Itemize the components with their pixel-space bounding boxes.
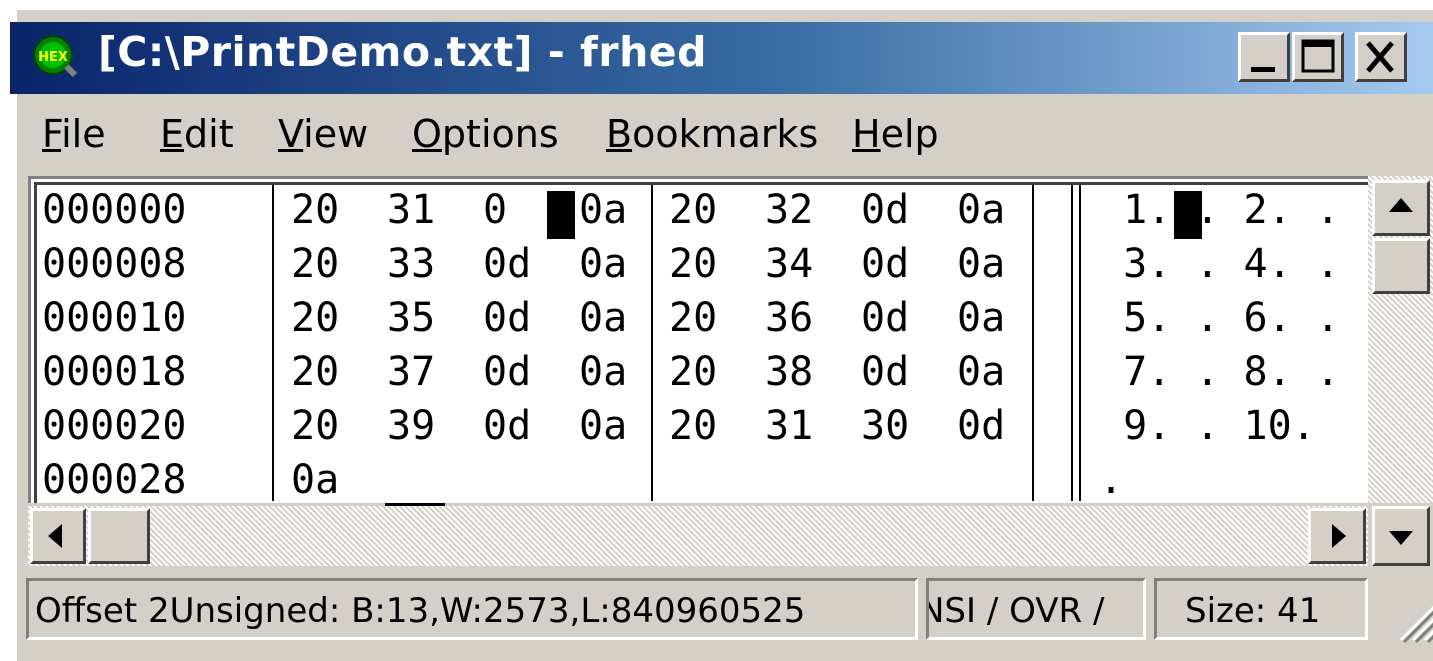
hex-byte[interactable]: 0a [957, 349, 1005, 395]
hex-byte[interactable]: 30 [861, 403, 909, 449]
hex-byte[interactable]: 34 [765, 241, 813, 287]
divider-offset [272, 185, 274, 501]
arrow-up-icon [1389, 198, 1413, 212]
scroll-left-button[interactable] [30, 508, 86, 564]
ascii-text[interactable]: 7. . 8. . [1099, 349, 1340, 395]
hex-byte[interactable]: 0d [957, 403, 1005, 449]
hex-byte[interactable]: 20 [291, 349, 339, 395]
maximize-icon [1301, 39, 1335, 73]
window-title: [C:\PrintDemo.txt] - frhed [98, 28, 707, 76]
hex-byte[interactable]: 0d [483, 187, 531, 233]
hex-byte[interactable]: 0a [579, 349, 627, 395]
row-offset: 000000 [42, 187, 187, 233]
row-offset: 000010 [42, 295, 187, 341]
menu-edit[interactable]: Edit [160, 112, 234, 156]
menu-bar: File Edit View Options Bookmarks Help [10, 96, 1433, 176]
title-bar[interactable]: HEX [C:\PrintDemo.txt] - frhed [10, 22, 1433, 94]
minimize-button[interactable] [1238, 32, 1290, 82]
hex-byte[interactable]: 0d [861, 187, 909, 233]
hex-byte[interactable]: 0d [861, 295, 909, 341]
minimize-icon [1251, 67, 1275, 72]
hex-byte[interactable]: 0a [957, 241, 1005, 287]
hex-byte[interactable]: 20 [669, 241, 717, 287]
menu-file[interactable]: File [42, 112, 106, 156]
hex-byte[interactable]: 20 [669, 349, 717, 395]
ascii-text[interactable]: . [1099, 457, 1123, 503]
hex-byte[interactable]: 35 [387, 295, 435, 341]
status-offset-info: Offset 2Unsigned: B:13,W:2573,L:84096052… [26, 578, 918, 640]
hex-byte[interactable]: 0d [483, 295, 531, 341]
resize-grip-icon[interactable] [1395, 600, 1433, 644]
hex-byte[interactable]: 0a [579, 187, 627, 233]
horizontal-scroll-thumb[interactable] [88, 508, 150, 564]
hex-byte[interactable]: 0a [579, 403, 627, 449]
hex-byte[interactable]: 20 [669, 403, 717, 449]
hex-byte[interactable]: 38 [765, 349, 813, 395]
hex-byte[interactable]: 20 [291, 295, 339, 341]
ascii-text[interactable]: 3. . 4. . [1099, 241, 1340, 287]
row-offset: 000020 [42, 403, 187, 449]
close-icon [1366, 41, 1394, 73]
hex-byte[interactable]: 33 [387, 241, 435, 287]
hex-byte[interactable]: 0d [861, 241, 909, 287]
hex-byte[interactable]: 32 [765, 187, 813, 233]
divider-ascii-1 [1071, 185, 1073, 501]
scroll-up-button[interactable] [1372, 180, 1430, 236]
hex-byte[interactable]: 20 [291, 187, 339, 233]
ascii-text[interactable]: 1. . 2. . [1099, 187, 1340, 233]
arrow-down-icon [1389, 531, 1413, 545]
row-offset: 000028 [42, 457, 187, 503]
ascii-text[interactable]: 5. . 6. . [1099, 295, 1340, 341]
hex-byte[interactable]: 20 [291, 241, 339, 287]
hex-byte[interactable]: 39 [387, 403, 435, 449]
divider-ascii-2 [1079, 185, 1081, 501]
close-button[interactable] [1355, 32, 1407, 82]
hex-byte[interactable]: 20 [669, 187, 717, 233]
hex-byte[interactable]: 20 [669, 295, 717, 341]
scroll-down-button[interactable] [1372, 506, 1430, 566]
hex-byte[interactable]: 0a [957, 187, 1005, 233]
hex-cursor [547, 191, 575, 239]
hex-byte[interactable]: 0a [291, 457, 339, 503]
hex-byte[interactable]: 31 [387, 187, 435, 233]
hex-byte[interactable]: 31 [765, 403, 813, 449]
menu-bookmarks[interactable]: Bookmarks [606, 112, 818, 156]
hex-byte[interactable]: 36 [765, 295, 813, 341]
vertical-scroll-thumb[interactable] [1372, 238, 1430, 294]
status-mode-text: NSI / OVR / [926, 591, 1105, 631]
menu-options[interactable]: Options [412, 112, 559, 156]
arrow-left-icon [48, 524, 62, 548]
menu-view[interactable]: View [278, 112, 368, 156]
hex-byte[interactable]: 0d [483, 403, 531, 449]
row-offset: 000018 [42, 349, 187, 395]
divider-hex-end [1032, 185, 1034, 501]
vertical-scrollbar[interactable] [1368, 176, 1433, 503]
status-bar: Offset 2Unsigned: B:13,W:2573,L:84096052… [10, 570, 1433, 661]
horizontal-scrollbar[interactable] [28, 506, 1368, 566]
hex-byte[interactable]: 37 [387, 349, 435, 395]
divider-hex-mid [651, 185, 653, 501]
status-size: Size: 41 [1154, 578, 1368, 640]
scroll-right-button[interactable] [1308, 508, 1366, 564]
hex-byte[interactable]: 0d [483, 349, 531, 395]
status-mode: NSI / OVR / [926, 578, 1146, 640]
hex-byte[interactable]: 0a [579, 241, 627, 287]
hex-byte[interactable]: 20 [291, 403, 339, 449]
hex-app-icon: HEX [33, 35, 78, 78]
hex-editor-content[interactable]: 000000 20 31 0d 0a 20 32 0d 0a 1. . 2. . 000008 20… [34, 182, 1368, 506]
arrow-right-icon [1332, 524, 1346, 548]
row-offset: 000008 [42, 241, 187, 287]
hex-byte[interactable]: 0a [957, 295, 1005, 341]
hex-byte[interactable]: 0d [483, 241, 531, 287]
ascii-text[interactable]: 9. . 10. [1099, 403, 1316, 449]
svg-text:HEX: HEX [38, 50, 68, 65]
maximize-button[interactable] [1292, 32, 1344, 82]
hex-byte[interactable]: 0d [861, 349, 909, 395]
menu-help[interactable]: Help [852, 112, 939, 156]
hex-byte[interactable]: 0a [579, 295, 627, 341]
hex-editor-view[interactable]: 000000 20 31 0d 0a 20 32 0d 0a 1. . 2. . 000008 20… [28, 176, 1368, 506]
